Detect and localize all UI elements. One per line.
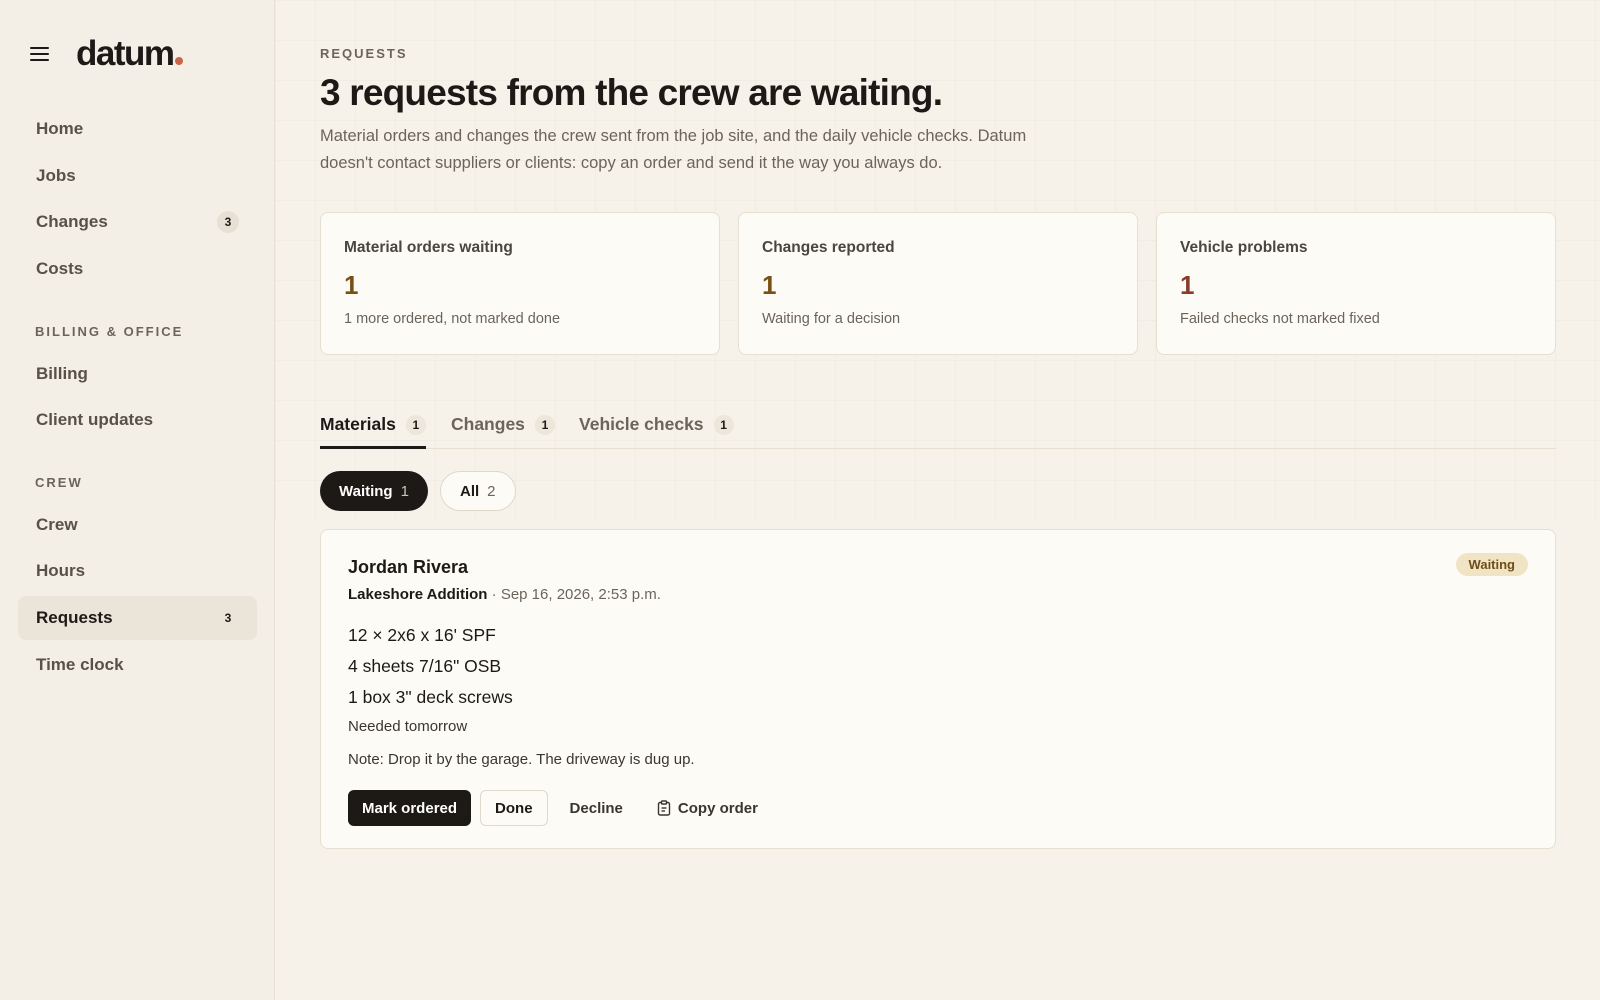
- filter-label: Waiting: [339, 482, 393, 500]
- sidebar-item-label: Client updates: [36, 410, 154, 429]
- tab-count: 1: [405, 415, 426, 435]
- material-item: 1 box 3" deck screws: [348, 687, 513, 707]
- tab-label: Vehicle checks: [579, 414, 704, 434]
- filter-count: 2: [487, 482, 496, 500]
- sidebar-item-label: Hours: [36, 561, 86, 580]
- tab-vehicle-checks[interactable]: Vehicle checks 1: [579, 405, 734, 449]
- count-badge: 3: [224, 611, 232, 625]
- material-item: 4 sheets 7/16" OSB: [348, 656, 502, 676]
- tab-bar: Materials 1 Changes 1 Vehicle checks 1: [320, 405, 1556, 449]
- sidebar-item-hours[interactable]: Hours: [18, 549, 257, 593]
- needed-by: Needed tomorrow: [348, 718, 468, 735]
- request-note: Note: Drop it by the garage. The drivewa…: [348, 751, 695, 768]
- page-eyebrow: REQUESTS: [320, 46, 408, 61]
- brand: datum: [30, 34, 183, 74]
- tab-materials[interactable]: Materials 1: [320, 405, 426, 449]
- sidebar-item-client-updates[interactable]: Client updates: [18, 398, 257, 442]
- stat-label: Material orders waiting: [344, 239, 513, 256]
- stat-value: 1: [762, 270, 777, 300]
- sidebar-item-label: Billing: [36, 364, 88, 383]
- filter-all[interactable]: All 2: [440, 471, 516, 511]
- sidebar-item-time-clock[interactable]: Time clock: [18, 643, 257, 687]
- done-button[interactable]: Done: [480, 790, 548, 826]
- request-date: Sep 16, 2026, 2:53 p.m.: [500, 586, 661, 603]
- stat-label: Changes reported: [762, 239, 895, 256]
- sidebar-item-changes[interactable]: Changes 3: [18, 200, 257, 244]
- sidebar-item-label: Requests: [36, 608, 113, 627]
- stat-value: 1: [1180, 270, 1195, 300]
- stat-card-changes-reported: Changes reported 1 Waiting for a decisio…: [738, 212, 1138, 355]
- material-list: 12 × 2x6 x 16' SPF 4 sheets 7/16" OSB 1 …: [348, 620, 513, 713]
- sidebar-item-costs[interactable]: Costs: [18, 247, 257, 291]
- filter-label: All: [460, 482, 480, 500]
- request-actions: Mark ordered Done Decline Copy order: [348, 790, 772, 826]
- meta-separator: ·: [487, 586, 501, 603]
- filter-waiting[interactable]: Waiting 1: [320, 471, 428, 511]
- logo-dot: [174, 57, 183, 65]
- copy-order-button[interactable]: Copy order: [643, 790, 772, 826]
- request-card: Jordan Rivera Lakeshore Addition · Sep 1…: [320, 529, 1556, 849]
- logo-text: datum: [76, 34, 175, 73]
- sidebar-item-billing[interactable]: Billing: [18, 352, 257, 396]
- material-item: 12 × 2x6 x 16' SPF: [348, 625, 496, 645]
- job-name: Lakeshore Addition: [348, 586, 488, 603]
- decline-button[interactable]: Decline: [556, 790, 637, 826]
- logo[interactable]: datum: [76, 34, 183, 74]
- section-heading-crew: CREW: [35, 475, 83, 490]
- stat-label: Vehicle problems: [1180, 239, 1308, 256]
- sidebar-item-home[interactable]: Home: [18, 107, 257, 151]
- sidebar-item-crew[interactable]: Crew: [18, 503, 257, 547]
- page-title: 3 requests from the crew are waiting.: [320, 72, 943, 113]
- page-description: Material orders and changes the crew sen…: [320, 127, 1027, 172]
- sidebar-item-label: Time clock: [36, 655, 124, 674]
- requester-name: Jordan Rivera: [348, 557, 469, 577]
- sidebar: datum Home Jobs Changes 3 Costs BILLING …: [0, 0, 275, 1000]
- count-badge: 3: [217, 211, 239, 233]
- stat-card-material-orders: Material orders waiting 1 1 more ordered…: [320, 212, 720, 355]
- sidebar-item-label: Costs: [36, 259, 84, 278]
- stat-subtext: Failed checks not marked fixed: [1180, 311, 1380, 327]
- stat-subtext: Waiting for a decision: [762, 311, 901, 327]
- tab-changes[interactable]: Changes 1: [451, 405, 555, 449]
- request-meta: Lakeshore Addition · Sep 16, 2026, 2:53 …: [348, 586, 661, 603]
- clipboard-icon: [657, 800, 671, 816]
- sidebar-item-label: Home: [36, 119, 84, 138]
- section-heading-billing: BILLING & OFFICE: [35, 324, 184, 339]
- hamburger-menu-icon[interactable]: [30, 43, 52, 65]
- sidebar-item-label: Crew: [36, 515, 78, 534]
- mark-ordered-button[interactable]: Mark ordered: [348, 790, 472, 826]
- sidebar-item-label: Jobs: [36, 166, 76, 185]
- tab-count: 1: [713, 415, 734, 435]
- stat-value: 1: [344, 270, 359, 300]
- stat-subtext: 1 more ordered, not marked done: [344, 311, 561, 327]
- sidebar-item-jobs[interactable]: Jobs: [18, 154, 257, 198]
- copy-order-label: Copy order: [677, 799, 758, 817]
- filter-count: 1: [400, 482, 409, 500]
- stat-card-vehicle-problems: Vehicle problems 1 Failed checks not mar…: [1156, 212, 1556, 355]
- tab-label: Materials: [320, 414, 396, 434]
- sidebar-item-requests[interactable]: Requests 3: [18, 596, 257, 640]
- tab-label: Changes: [451, 414, 525, 434]
- app: datum Home Jobs Changes 3 Costs BILLING …: [0, 0, 1600, 1000]
- status-badge: Waiting: [1455, 553, 1528, 576]
- sidebar-item-label: Changes: [36, 212, 108, 231]
- tab-count: 1: [534, 415, 555, 435]
